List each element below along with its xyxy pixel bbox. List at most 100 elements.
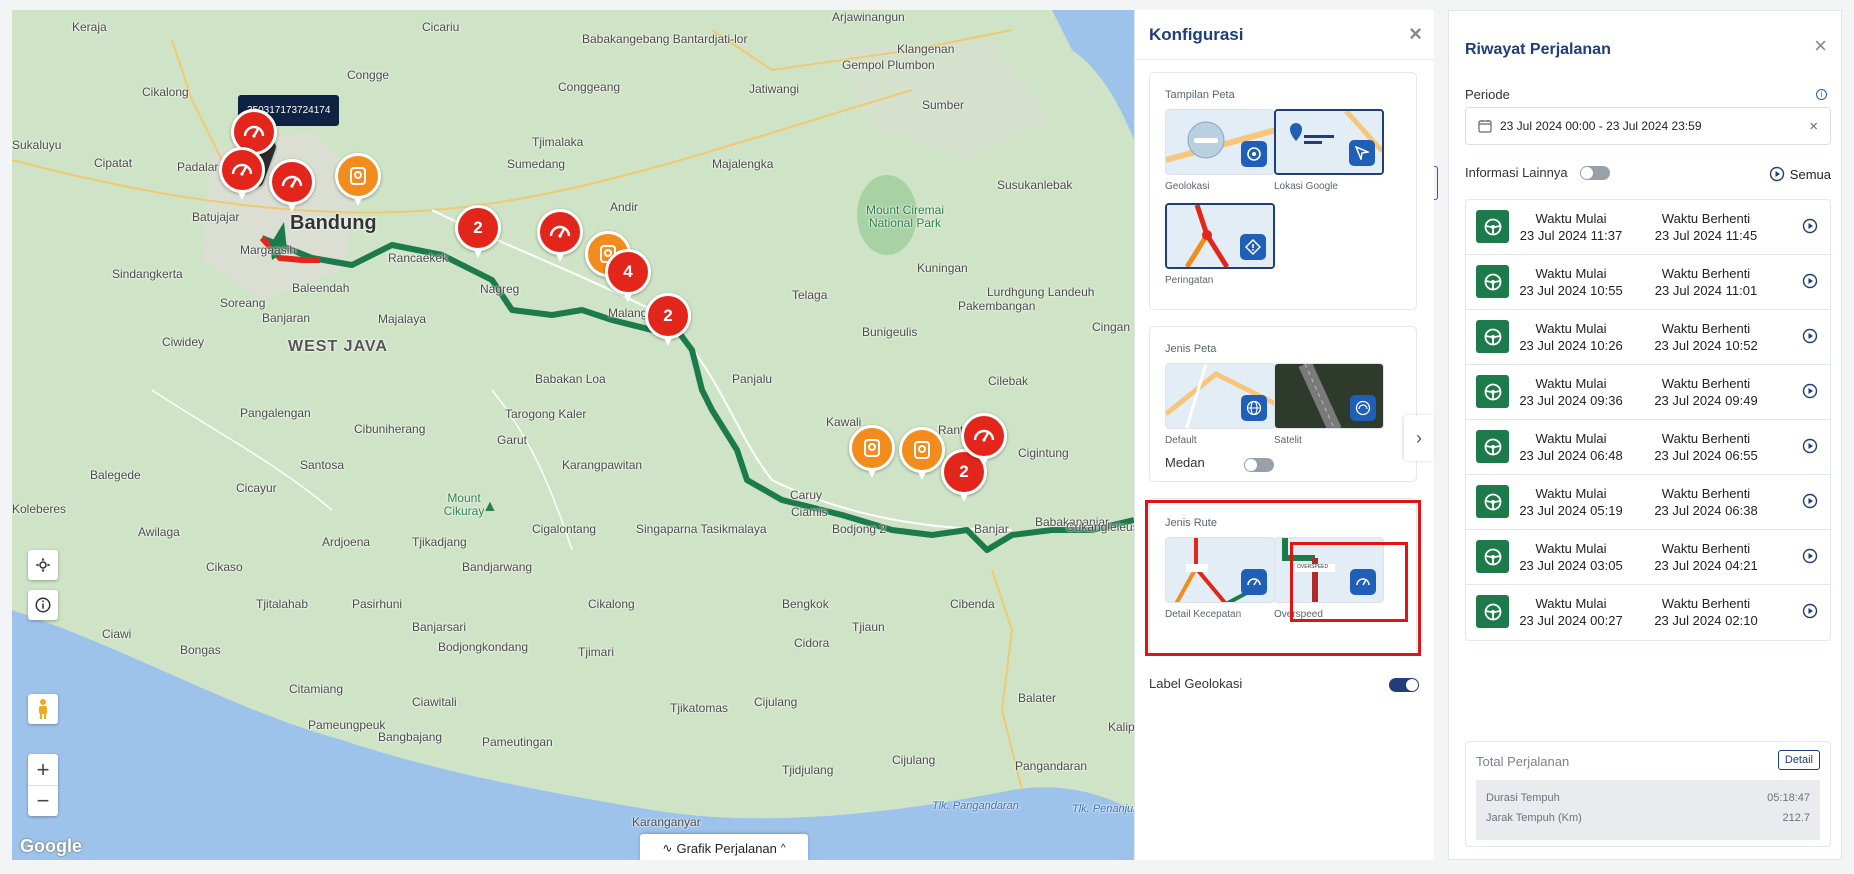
option-lokasi-google[interactable]: Lokasi Google <box>1274 109 1384 192</box>
periode-date-input[interactable]: 23 Jul 2024 00:00 - 23 Jul 2024 23:59 × <box>1465 107 1831 145</box>
play-circle-icon[interactable] <box>1802 328 1818 344</box>
place-label: Bangbajang <box>378 730 443 744</box>
place-label: Cidora <box>794 636 830 650</box>
semua-button[interactable]: Semua <box>1769 166 1831 182</box>
place-label: Tjimalaka <box>532 135 584 149</box>
place-label: Rancaekek <box>388 251 449 265</box>
cluster-marker[interactable]: 4 <box>605 249 651 302</box>
cluster-marker[interactable]: 2 <box>645 293 691 346</box>
end-time: 23 Jul 2024 06:55 <box>1654 448 1758 463</box>
chevron-right-icon[interactable]: › <box>1404 415 1434 461</box>
place-label: Cingan <box>1092 320 1131 334</box>
info-icon[interactable]: i <box>1816 89 1827 100</box>
place-label: Ciawitali <box>412 695 457 709</box>
place-label: Cipatat <box>94 156 133 170</box>
option-default[interactable]: Default <box>1165 363 1275 446</box>
speedometer-icon <box>973 429 995 442</box>
close-icon[interactable]: × <box>1409 21 1422 47</box>
option-peringatan[interactable]: Peringatan <box>1165 203 1275 286</box>
play-circle-icon[interactable] <box>1802 548 1818 564</box>
chevron-up-icon: ^ <box>780 842 786 854</box>
place-label: Ciamis <box>791 505 828 519</box>
end-time: 23 Jul 2024 11:01 <box>1654 283 1758 298</box>
place-label: Pangalengan <box>240 406 311 420</box>
place-label: Cibuniherang <box>354 422 426 436</box>
start-time: 23 Jul 2024 05:19 <box>1519 503 1623 518</box>
zoom-out-button[interactable]: − <box>28 785 58 816</box>
place-label: Telaga <box>792 288 828 302</box>
end-header: Waktu Berhenti <box>1661 376 1751 391</box>
steering-wheel-icon <box>1476 320 1509 353</box>
place-label: Nagreg <box>480 282 520 296</box>
play-circle-icon[interactable] <box>1802 218 1818 234</box>
place-label: Cilebak <box>988 374 1029 388</box>
trip-row[interactable]: Waktu Mulai 23 Jul 2024 09:36 Waktu Berhen… <box>1466 365 1830 420</box>
place-label: Majalengka <box>712 157 774 171</box>
overspeed-marker[interactable] <box>537 209 583 262</box>
place-label: Sumber <box>922 98 965 112</box>
trip-start: Waktu Mulai 23 Jul 2024 10:55 <box>1516 265 1626 299</box>
overspeed-marker[interactable] <box>269 159 315 212</box>
durasi-value: 05:18:47 <box>1767 792 1810 804</box>
play-circle-icon[interactable] <box>1802 383 1818 399</box>
play-circle-icon[interactable] <box>1802 603 1818 619</box>
medan-toggle[interactable] <box>1244 458 1274 472</box>
place-label: Babakangebang Bantardjati-lor <box>582 32 748 46</box>
trip-end: Waktu Berhenti 23 Jul 2024 10:52 <box>1651 320 1761 354</box>
map-view[interactable]: Keraja Cicariu Babakangebang Bantardjati-l… <box>12 10 1134 860</box>
start-time: 23 Jul 2024 00:27 <box>1519 613 1623 628</box>
place-label: Bunigeulis <box>862 325 918 339</box>
geofence-marker[interactable] <box>899 427 945 480</box>
overspeed-marker[interactable] <box>961 413 1007 466</box>
play-circle-icon[interactable] <box>1802 438 1818 454</box>
speedometer-icon <box>231 163 253 176</box>
place-label: Bandjarwang <box>462 560 533 574</box>
trip-row[interactable]: Waktu Mulai 23 Jul 2024 10:55 Waktu Berhen… <box>1466 255 1830 310</box>
konfigurasi-panel: Konfigurasi × Tampilan Peta Geolokasi Lo… <box>1134 10 1434 860</box>
play-circle-icon[interactable] <box>1802 273 1818 289</box>
place-label: Banjarsari <box>412 620 467 634</box>
end-time: 23 Jul 2024 11:45 <box>1654 228 1758 243</box>
trip-row[interactable]: Waktu Mulai 23 Jul 2024 11:37 Waktu Berhen… <box>1466 200 1830 255</box>
detail-button[interactable]: Detail <box>1777 750 1820 770</box>
zoom-in-button[interactable]: + <box>28 754 58 785</box>
trip-row[interactable]: Waktu Mulai 23 Jul 2024 03:05 Waktu Berhen… <box>1466 530 1830 585</box>
end-header: Waktu Berhenti <box>1661 321 1751 336</box>
cluster-marker[interactable]: 2 <box>455 205 501 258</box>
info-icon[interactable] <box>28 590 58 620</box>
place-label: Batujajar <box>192 210 240 224</box>
option-satelit[interactable]: Satelit <box>1274 363 1384 446</box>
close-icon[interactable]: × <box>1814 33 1827 59</box>
place-label: Sindangkerta <box>112 267 183 281</box>
warning-icon <box>1240 234 1266 260</box>
place-label: Banjar <box>974 522 1009 536</box>
start-time: 23 Jul 2024 10:55 <box>1519 283 1623 298</box>
play-circle-icon[interactable] <box>1802 493 1818 509</box>
geofence-marker[interactable] <box>849 425 895 478</box>
geofence-marker[interactable] <box>335 153 381 206</box>
place-label: Gempol Plumbon <box>842 58 935 72</box>
place-label: Cikalong <box>142 85 189 99</box>
trip-row[interactable]: Waktu Mulai 23 Jul 2024 06:48 Waktu Berhen… <box>1466 420 1830 475</box>
steering-wheel-icon <box>1476 430 1509 463</box>
place-label: Bodjongkondang <box>438 640 529 654</box>
camera-settings-icon[interactable] <box>28 550 58 580</box>
konfigurasi-title: Konfigurasi <box>1149 24 1244 44</box>
place-label: Susukanlebak <box>997 178 1073 192</box>
overspeed-marker[interactable] <box>219 147 265 200</box>
place-label: Ardjoena <box>322 535 371 549</box>
street-view-pegman-icon[interactable] <box>28 694 58 724</box>
informasi-toggle[interactable] <box>1579 165 1610 180</box>
end-time: 23 Jul 2024 09:49 <box>1654 393 1758 408</box>
place-label: Cikaso <box>206 560 243 574</box>
place-label: Karangpawitan <box>562 458 643 472</box>
end-header: Waktu Berhenti <box>1661 541 1751 556</box>
option-geolokasi[interactable]: Geolokasi <box>1165 109 1275 192</box>
trip-row[interactable]: Waktu Mulai 23 Jul 2024 05:19 Waktu Berhen… <box>1466 475 1830 530</box>
geofence-icon <box>350 167 366 185</box>
trip-row[interactable]: Waktu Mulai 23 Jul 2024 00:27 Waktu Berhen… <box>1466 585 1830 640</box>
clear-icon[interactable]: × <box>1809 118 1818 135</box>
label-geolokasi-toggle[interactable] <box>1389 678 1419 692</box>
grafik-perjalanan-button[interactable]: ∿ Grafik Perjalanan ^ <box>640 834 808 860</box>
trip-row[interactable]: Waktu Mulai 23 Jul 2024 10:26 Waktu Berhen… <box>1466 310 1830 365</box>
